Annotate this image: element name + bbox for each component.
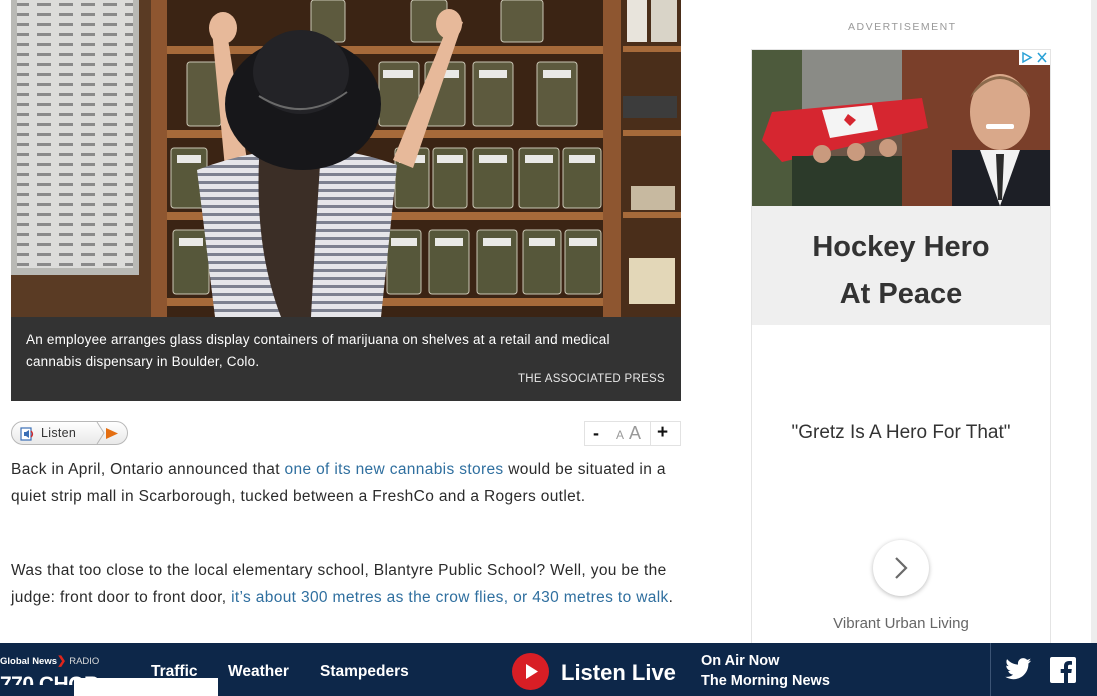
ad-headline-line: Hockey Hero: [812, 231, 990, 263]
page-scroll-gutter: [1091, 0, 1097, 643]
text-size-controls: - A A +: [584, 421, 681, 446]
article-link[interactable]: one of its new cannabis stores: [285, 461, 504, 478]
ad-quote: "Gretz Is A Hero For That": [791, 422, 1011, 443]
article-paragraph: Back in April, Ontario announced that on…: [11, 456, 691, 510]
article-photo: [11, 0, 681, 317]
paragraph-text: Back in April, Ontario announced that: [11, 461, 285, 478]
play-icon: [105, 427, 119, 440]
text-size-divider: [650, 422, 651, 445]
on-air-show[interactable]: The Morning News: [701, 673, 830, 689]
speaker-document-icon: [20, 427, 36, 441]
photo-caption: An employee arranges glass display conta…: [26, 332, 610, 369]
increase-text-button[interactable]: +: [657, 422, 668, 444]
sidebar-ad[interactable]: Hockey Hero At Peace "Gretz Is A Hero Fo…: [751, 49, 1051, 649]
small-a-icon: A: [616, 428, 625, 442]
photo-credit: THE ASSOCIATED PRESS: [517, 373, 665, 385]
bar-divider: [990, 643, 991, 696]
ad-headline: Hockey Hero At Peace: [752, 224, 1050, 318]
large-a-icon: A: [629, 423, 642, 443]
listen-live-label[interactable]: Listen Live: [561, 660, 676, 686]
brand-radio: RADIO: [69, 656, 100, 667]
chevron-right-icon: [895, 557, 908, 579]
decrease-text-button[interactable]: -: [593, 423, 599, 444]
facebook-icon[interactable]: [1050, 657, 1076, 688]
ad-headline-box: Hockey Hero At Peace: [752, 206, 1050, 325]
twitter-icon[interactable]: [1005, 658, 1032, 685]
listen-label: Listen: [41, 426, 77, 440]
radio-bar: Global News❯ RADIO 770 CHQR Traffic Weath…: [0, 643, 1097, 696]
nav-weather[interactable]: Weather: [228, 663, 289, 681]
nav-traffic[interactable]: Traffic: [151, 663, 198, 681]
article-link[interactable]: it’s about 300 metres as the crow flies,…: [231, 589, 669, 606]
nav-stampeders[interactable]: Stampeders: [320, 663, 409, 681]
radio-brand[interactable]: Global News❯ RADIO: [0, 654, 99, 667]
play-icon: [526, 664, 538, 679]
ad-headline-line: At Peace: [839, 278, 963, 310]
ad-choices-icon[interactable]: [1019, 50, 1050, 65]
article-paragraph: Was that too close to the local elementa…: [11, 557, 691, 611]
ad-sponsor: Vibrant Urban Living: [833, 615, 969, 632]
paragraph-text: .: [668, 589, 674, 606]
listen-live-button[interactable]: [512, 653, 549, 690]
ad-next-button[interactable]: [873, 540, 929, 596]
on-air-label: On Air Now: [701, 653, 780, 669]
advertisement-label: ADVERTISEMENT: [848, 21, 957, 33]
brand-network: Global News: [0, 656, 58, 667]
chevron-right-icon: ❯: [57, 655, 67, 667]
photo-caption-box: An employee arranges glass display conta…: [11, 317, 681, 401]
listen-button[interactable]: Listen: [11, 421, 128, 445]
ad-image: [752, 50, 1050, 206]
